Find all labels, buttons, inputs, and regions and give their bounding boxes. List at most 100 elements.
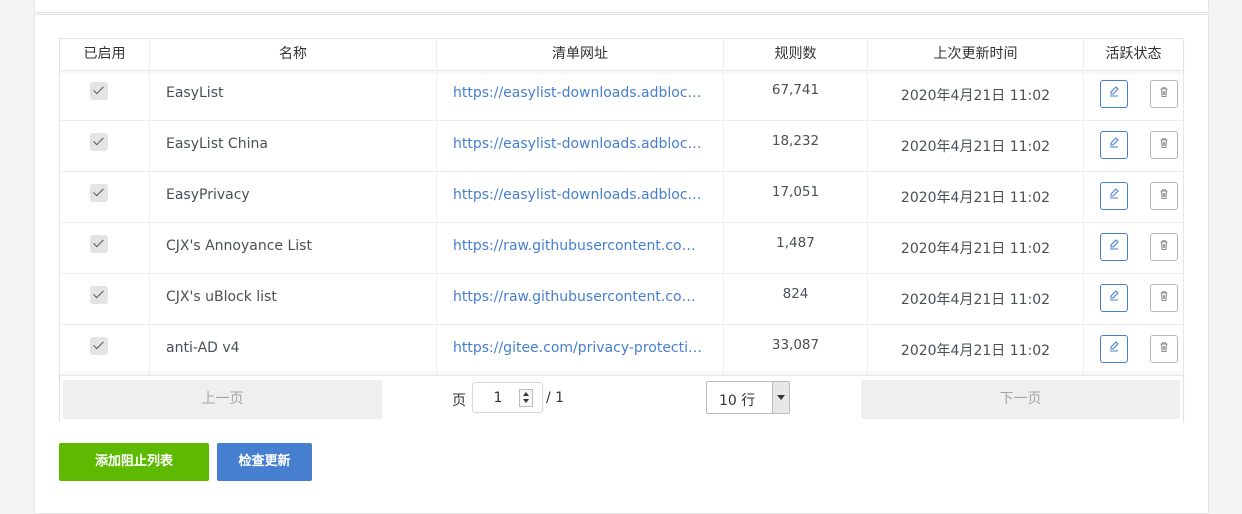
header-rules[interactable]: 规则数: [724, 39, 868, 70]
enabled-checkbox[interactable]: [90, 184, 108, 202]
trash-icon: [1158, 188, 1170, 204]
last-updated: 2020年4月21日 11:02: [900, 241, 1051, 257]
list-name: EasyList China: [166, 136, 268, 152]
list-name: anti-AD v4: [166, 340, 240, 356]
filters-table: 已启用 名称 清单网址 规则数 上次更新时间 活跃状态 EasyList http…: [59, 38, 1184, 423]
page-number-input[interactable]: 1: [472, 382, 543, 413]
list-name: CJX's Annoyance List: [166, 238, 312, 254]
name-cell: EasyList China: [150, 121, 437, 171]
edit-button[interactable]: [1100, 335, 1128, 363]
last-updated: 2020年4月21日 11:02: [900, 139, 1051, 155]
rules-cell: 17,051: [724, 172, 868, 222]
delete-button[interactable]: [1150, 284, 1178, 312]
edit-button[interactable]: [1100, 182, 1128, 210]
actions-cell: [1084, 274, 1183, 324]
list-name: EasyPrivacy: [166, 187, 250, 203]
delete-button[interactable]: [1150, 80, 1178, 108]
list-name: EasyList: [166, 85, 224, 101]
enabled-checkbox[interactable]: [90, 82, 108, 100]
edit-icon: [1108, 341, 1120, 357]
table-header: 已启用 名称 清单网址 规则数 上次更新时间 活跃状态: [60, 39, 1183, 71]
edit-button[interactable]: [1100, 284, 1128, 312]
prev-page-button[interactable]: 上一页: [63, 380, 382, 419]
rule-count: 33,087: [771, 337, 820, 353]
next-page-button[interactable]: 下一页: [861, 380, 1180, 419]
page-label: 页: [452, 393, 466, 409]
enabled-cell: [60, 172, 150, 222]
rows-per-page-select[interactable]: 10 行: [706, 381, 790, 414]
edit-button[interactable]: [1100, 80, 1128, 108]
enabled-checkbox[interactable]: [90, 337, 108, 355]
updated-cell: 2020年4月21日 11:02: [868, 172, 1084, 222]
edit-icon: [1108, 188, 1120, 204]
list-url-link[interactable]: https://raw.githubusercontent.com/c...: [453, 238, 708, 254]
rules-cell: 1,487: [724, 223, 868, 273]
table-row: EasyPrivacy https://easylist-downloads.ad…: [60, 172, 1183, 223]
header-name[interactable]: 名称: [150, 39, 437, 70]
list-url-link[interactable]: https://raw.githubusercontent.com/c...: [453, 289, 708, 305]
enabled-checkbox[interactable]: [90, 133, 108, 151]
name-cell: EasyList: [150, 70, 437, 120]
updated-cell: 2020年4月21日 11:02: [868, 325, 1084, 375]
enabled-cell: [60, 121, 150, 171]
last-updated: 2020年4月21日 11:02: [900, 292, 1051, 308]
list-url-link[interactable]: https://easylist-downloads.adblockp...: [453, 187, 708, 203]
enabled-cell: [60, 223, 150, 273]
check-updates-button[interactable]: 检查更新: [217, 443, 312, 481]
edit-icon: [1108, 239, 1120, 255]
list-url-link[interactable]: https://gitee.com/privacy-protection...: [453, 340, 708, 356]
rules-cell: 18,232: [724, 121, 868, 171]
table-row: EasyList https://easylist-downloads.adblo…: [60, 70, 1183, 121]
delete-button[interactable]: [1150, 335, 1178, 363]
actions-cell: [1084, 223, 1183, 273]
trash-icon: [1158, 341, 1170, 357]
enabled-cell: [60, 274, 150, 324]
delete-button[interactable]: [1150, 233, 1178, 261]
rules-cell: 824: [724, 274, 868, 324]
name-cell: EasyPrivacy: [150, 172, 437, 222]
trash-icon: [1158, 137, 1170, 153]
url-cell: https://raw.githubusercontent.com/c...: [437, 223, 724, 273]
delete-button[interactable]: [1150, 182, 1178, 210]
chevron-down-icon[interactable]: [772, 382, 789, 413]
rules-cell: 67,741: [724, 70, 868, 120]
trash-icon: [1158, 290, 1170, 306]
list-name: CJX's uBlock list: [166, 289, 277, 305]
list-url-link[interactable]: https://easylist-downloads.adblockp...: [453, 136, 708, 152]
updated-cell: 2020年4月21日 11:02: [868, 70, 1084, 120]
list-url-link[interactable]: https://easylist-downloads.adblockp...: [453, 85, 708, 101]
enabled-cell: [60, 325, 150, 375]
table-row: EasyList China https://easylist-downloads…: [60, 121, 1183, 172]
updated-cell: 2020年4月21日 11:02: [868, 223, 1084, 273]
name-cell: anti-AD v4: [150, 325, 437, 375]
page-number-value: 1: [493, 390, 503, 406]
enabled-cell: [60, 70, 150, 120]
actions-cell: [1084, 172, 1183, 222]
table-row: anti-AD v4 https://gitee.com/privacy-prot…: [60, 325, 1183, 376]
pagination: 上一页 页 1 / 1 10 行 下一页: [60, 375, 1183, 423]
delete-button[interactable]: [1150, 131, 1178, 159]
spinner-icon[interactable]: [519, 389, 533, 407]
edit-icon: [1108, 86, 1120, 102]
actions-cell: [1084, 325, 1183, 375]
header-updated[interactable]: 上次更新时间: [868, 39, 1084, 70]
table-row: CJX's uBlock list https://raw.githubuserc…: [60, 274, 1183, 325]
url-cell: https://gitee.com/privacy-protection...: [437, 325, 724, 375]
edit-button[interactable]: [1100, 233, 1128, 261]
header-url[interactable]: 清单网址: [437, 39, 724, 70]
last-updated: 2020年4月21日 11:02: [900, 190, 1051, 206]
add-blocklist-button[interactable]: 添加阻止列表: [59, 443, 209, 481]
enabled-checkbox[interactable]: [90, 286, 108, 304]
rule-count: 67,741: [771, 82, 820, 98]
header-enabled[interactable]: 已启用: [60, 39, 150, 70]
edit-icon: [1108, 290, 1120, 306]
url-cell: https://easylist-downloads.adblockp...: [437, 121, 724, 171]
updated-cell: 2020年4月21日 11:02: [868, 121, 1084, 171]
updated-cell: 2020年4月21日 11:02: [868, 274, 1084, 324]
enabled-checkbox[interactable]: [90, 235, 108, 253]
url-cell: https://easylist-downloads.adblockp...: [437, 70, 724, 120]
edit-button[interactable]: [1100, 131, 1128, 159]
rows-per-page-value: 10 行: [719, 393, 756, 409]
trash-icon: [1158, 239, 1170, 255]
name-cell: CJX's uBlock list: [150, 274, 437, 324]
